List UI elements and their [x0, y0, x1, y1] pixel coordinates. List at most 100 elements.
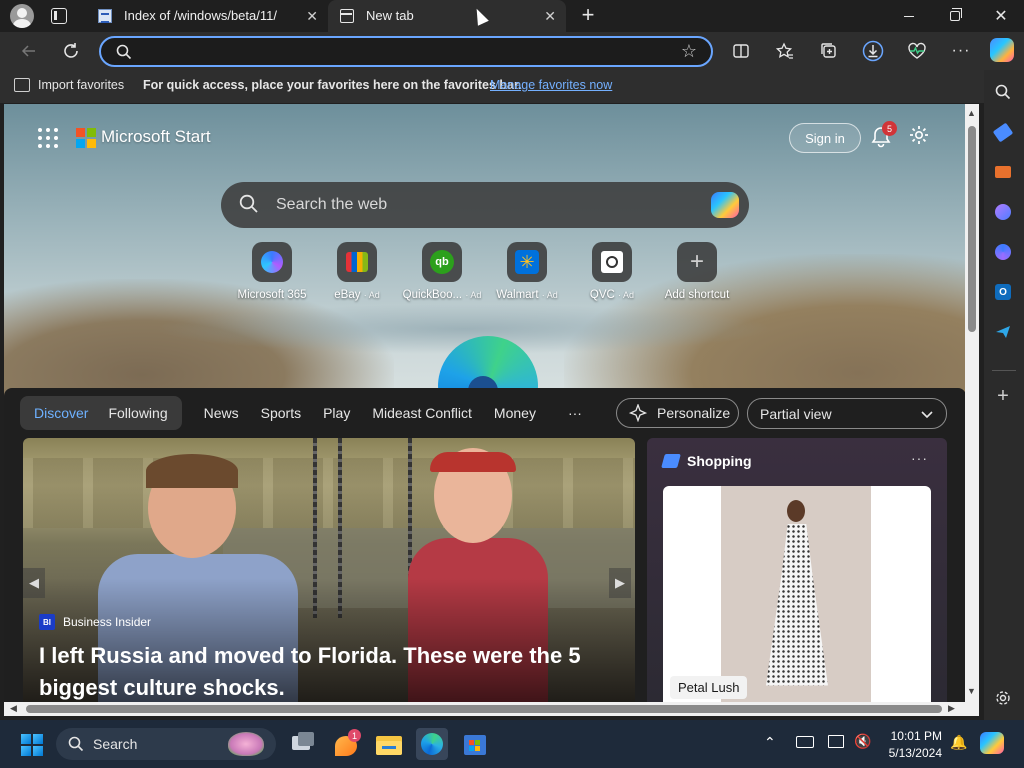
- tab-index-windows-beta[interactable]: Index of /windows/beta/11/ ✕: [86, 0, 328, 32]
- sidebar-tools-icon[interactable]: [993, 162, 1013, 182]
- horizontal-scroll-thumb[interactable]: [26, 705, 942, 713]
- close-window-button[interactable]: ✕: [978, 0, 1024, 32]
- personalize-button[interactable]: Personalize: [616, 398, 739, 428]
- quickbooks-icon: qb: [422, 242, 462, 282]
- shopping-title: Shopping: [687, 453, 752, 469]
- scroll-down-arrow-icon[interactable]: ▼: [967, 686, 976, 696]
- favorites-bar: Import favorites For quick access, place…: [0, 70, 984, 103]
- sidebar-search-icon[interactable]: [993, 82, 1013, 102]
- sign-in-button[interactable]: Sign in: [789, 123, 861, 153]
- profile-avatar-icon[interactable]: [10, 4, 34, 28]
- sidebar-games-icon[interactable]: [993, 202, 1013, 222]
- widgets-icon[interactable]: 1: [330, 728, 362, 760]
- back-button[interactable]: [16, 38, 42, 64]
- back-arrow-icon: [21, 45, 35, 57]
- new-tab-plus-icon[interactable]: +: [578, 4, 598, 28]
- refresh-button[interactable]: [58, 38, 84, 64]
- shortcut-microsoft-365[interactable]: Microsoft 365: [227, 242, 317, 301]
- carousel-prev-icon[interactable]: ◀: [23, 568, 45, 598]
- app-launcher-icon[interactable]: [38, 128, 58, 148]
- manage-favorites-link[interactable]: Manage favorites now: [490, 78, 612, 92]
- clock-date[interactable]: 5/13/2024: [872, 746, 942, 760]
- scroll-right-arrow-icon[interactable]: ▶: [948, 703, 955, 714]
- display-icon[interactable]: [828, 735, 844, 748]
- carousel-next-icon[interactable]: ▶: [609, 568, 631, 598]
- horizontal-scrollbar[interactable]: ◀ ▶: [4, 702, 979, 716]
- address-input[interactable]: [141, 42, 661, 62]
- split-screen-button[interactable]: [728, 38, 754, 64]
- tab-close-icon[interactable]: ✕: [306, 8, 318, 24]
- taskbar-search-box[interactable]: Search: [56, 728, 276, 760]
- hero-article-card[interactable]: ◀ ▶ BI Business Insider I left Russia an…: [23, 438, 635, 702]
- tab-following[interactable]: Following: [98, 396, 177, 430]
- copilot-preview-icon[interactable]: [980, 732, 1004, 754]
- collections-icon: [821, 43, 836, 58]
- sidebar-shopping-tag-icon[interactable]: [992, 122, 1014, 142]
- tab-news[interactable]: News: [204, 405, 239, 421]
- sidebar-copilot-icon[interactable]: [993, 242, 1013, 262]
- shortcut-walmart[interactable]: ✳ Walmart · Ad: [482, 242, 572, 301]
- task-view-icon[interactable]: [286, 728, 318, 760]
- settings-more-button[interactable]: ···: [948, 38, 974, 64]
- tray-overflow-chevron-icon[interactable]: ⌃: [764, 734, 776, 751]
- shopping-more-options-icon[interactable]: ···: [911, 450, 928, 466]
- news-feed: Discover Following News Sports Play Mide…: [4, 388, 966, 702]
- vertical-scrollbar[interactable]: ▲ ▼: [965, 104, 979, 702]
- edge-taskbar-icon[interactable]: [416, 728, 448, 760]
- sidebar-send-icon[interactable]: [993, 322, 1013, 342]
- tab-title: New tab: [366, 8, 414, 23]
- address-bar[interactable]: ☆: [99, 36, 713, 67]
- downloads-button[interactable]: [860, 38, 886, 64]
- shortcut-qvc[interactable]: QVC · Ad: [567, 242, 657, 301]
- restore-button[interactable]: [932, 0, 978, 32]
- shortcut-quickbooks[interactable]: qb QuickBoo... · Ad: [397, 242, 487, 301]
- scroll-left-arrow-icon[interactable]: ◀: [10, 703, 17, 714]
- tab-discover[interactable]: Discover: [24, 396, 98, 430]
- favorite-star-icon[interactable]: ☆: [681, 41, 697, 62]
- scroll-up-arrow-icon[interactable]: ▲: [967, 108, 976, 118]
- import-favorites-link[interactable]: Import favorites: [38, 78, 124, 92]
- shortcut-add[interactable]: + Add shortcut: [652, 242, 742, 301]
- tab-play[interactable]: Play: [323, 405, 350, 421]
- more-tabs-button[interactable]: ···: [568, 405, 582, 421]
- network-offline-icon[interactable]: [796, 736, 814, 748]
- split-screen-icon: [733, 44, 749, 58]
- microsoft-365-icon: [252, 242, 292, 282]
- sidebar-divider: [992, 370, 1016, 371]
- view-mode-value: Partial view: [760, 405, 832, 422]
- tab-mideast-conflict[interactable]: Mideast Conflict: [372, 405, 472, 421]
- copilot-icon[interactable]: [711, 192, 739, 218]
- start-windows-icon[interactable]: [21, 734, 43, 756]
- volume-muted-icon[interactable]: 🔇: [854, 733, 871, 750]
- tab-close-icon[interactable]: ✕: [544, 8, 556, 24]
- browser-essentials-button[interactable]: [904, 38, 930, 64]
- notification-bell-icon[interactable]: 🔔: [950, 734, 967, 751]
- sidebar-add-icon[interactable]: +: [993, 385, 1013, 407]
- tab-sports[interactable]: Sports: [261, 405, 301, 421]
- clock-time[interactable]: 10:01 PM: [882, 729, 942, 743]
- favorites-button[interactable]: [772, 38, 798, 64]
- tab-title: Index of /windows/beta/11/: [124, 8, 277, 23]
- copilot-sidebar-icon[interactable]: [990, 38, 1014, 62]
- microsoft-store-icon[interactable]: [459, 728, 491, 760]
- tab-new-tab[interactable]: New tab ✕: [328, 0, 566, 32]
- article-headline[interactable]: I left Russia and moved to Florida. Thes…: [39, 640, 619, 702]
- sidebar-settings-icon[interactable]: [993, 688, 1013, 708]
- product-image: [721, 486, 871, 702]
- search-icon: [68, 736, 84, 752]
- shortcut-label: QVC: [589, 289, 615, 301]
- web-search-box[interactable]: Search the web: [221, 182, 749, 228]
- page-settings-gear-icon[interactable]: [908, 124, 930, 146]
- shortcut-ebay[interactable]: eBay · Ad: [312, 242, 402, 301]
- minimize-button[interactable]: [886, 0, 932, 32]
- collections-button[interactable]: [816, 38, 842, 64]
- tab-actions-icon[interactable]: [51, 8, 67, 24]
- brand-title[interactable]: Microsoft Start: [101, 127, 211, 147]
- product-card[interactable]: Petal Lush: [663, 486, 931, 702]
- sidebar-outlook-icon[interactable]: O: [993, 282, 1013, 302]
- edge-sidebar: O +: [984, 70, 1024, 720]
- vertical-scroll-thumb[interactable]: [968, 126, 976, 332]
- file-explorer-icon[interactable]: [373, 728, 405, 760]
- view-mode-dropdown[interactable]: Partial view: [747, 398, 947, 429]
- tab-money[interactable]: Money: [494, 405, 536, 421]
